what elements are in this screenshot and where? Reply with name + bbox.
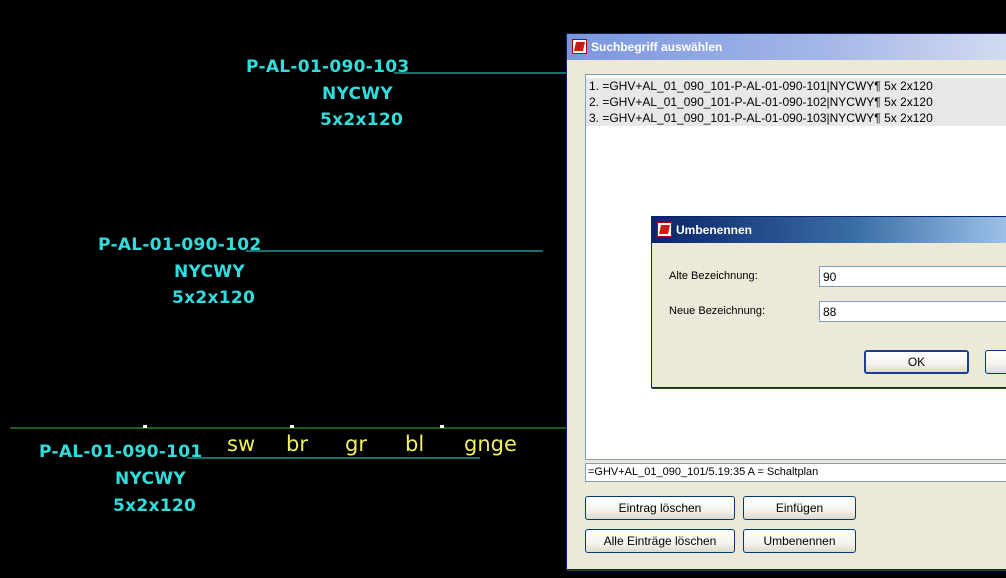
cable-id-102: P-AL-01-090-102	[98, 235, 262, 255]
rename-dialog-titlebar[interactable]: Umbenennen	[652, 217, 1006, 243]
core-label-br: br	[286, 432, 308, 456]
cable-size-102: 5x2x120	[172, 288, 256, 308]
location-status-field: =GHV+AL_01_090_101/5.19:35 A = Schaltpla…	[585, 463, 1006, 482]
delete-entry-button[interactable]: Eintrag löschen	[585, 496, 735, 520]
core-label-sw: sw	[227, 432, 256, 456]
core-tick	[290, 425, 294, 428]
core-label-gnge: gnge	[464, 432, 517, 456]
ok-button[interactable]: OK	[864, 350, 969, 374]
cable-size-101: 5x2x120	[113, 496, 197, 516]
cable-id-103: P-AL-01-090-103	[246, 57, 410, 77]
app-icon	[572, 39, 587, 54]
list-item[interactable]: 1. =GHV+AL_01_090_101-P-AL-01-090-101|NY…	[586, 78, 1006, 94]
list-item[interactable]: 3. =GHV+AL_01_090_101-P-AL-01-090-103|NY…	[586, 110, 1006, 126]
new-name-field[interactable]	[819, 301, 1006, 322]
rename-dialog: Umbenennen Alte Bezeichnung: Neue Bezeic…	[651, 216, 1006, 388]
core-tick	[440, 425, 444, 428]
cable-id-101: P-AL-01-090-101	[39, 442, 203, 462]
cancel-button[interactable]	[985, 350, 1006, 374]
cable-size-103: 5x2x120	[320, 110, 404, 130]
core-tick	[143, 425, 147, 428]
rename-dialog-title: Umbenennen	[676, 223, 753, 237]
old-name-label: Alte Bezeichnung:	[669, 270, 758, 282]
cable-type-102: NYCWY	[174, 262, 245, 282]
core-label-bl: bl	[405, 432, 425, 456]
delete-all-entries-button[interactable]: Alle Einträge löschen	[585, 529, 735, 553]
list-item[interactable]: 2. =GHV+AL_01_090_101-P-AL-01-090-102|NY…	[586, 94, 1006, 110]
insert-button[interactable]: Einfügen	[743, 496, 856, 520]
rename-button[interactable]: Umbenennen	[743, 529, 856, 553]
app-icon	[657, 222, 672, 237]
core-label-gr: gr	[345, 432, 367, 456]
new-name-label: Neue Bezeichnung:	[669, 305, 766, 317]
cable-type-103: NYCWY	[322, 84, 393, 104]
cable-type-101: NYCWY	[115, 469, 186, 489]
old-name-field[interactable]	[819, 266, 1006, 287]
search-dialog-titlebar[interactable]: Suchbegriff auswählen	[567, 34, 1006, 60]
search-dialog-title: Suchbegriff auswählen	[591, 40, 723, 54]
